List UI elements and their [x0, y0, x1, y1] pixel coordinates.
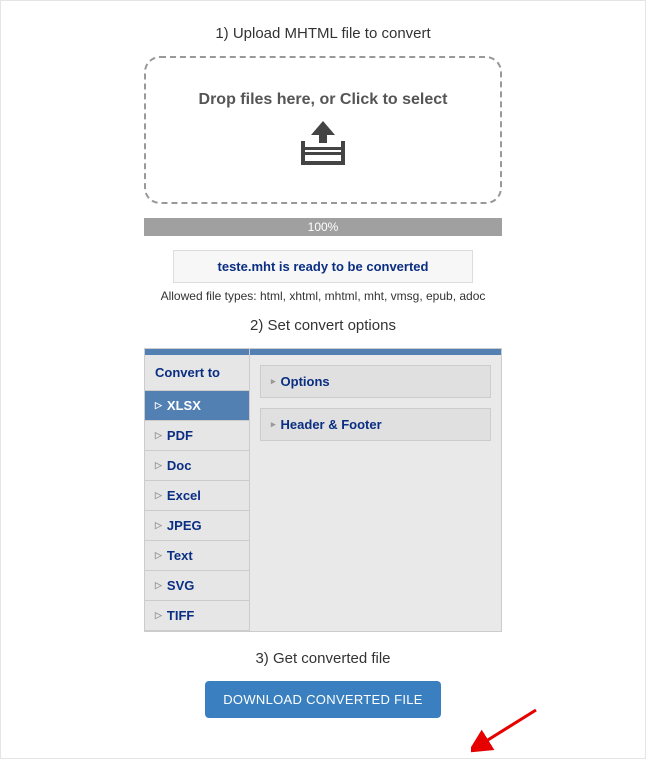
sidebar-item-label: Excel	[167, 488, 201, 503]
step2-heading: 2) Set convert options	[21, 317, 625, 334]
upload-icon	[295, 121, 351, 170]
sidebar-item-label: PDF	[167, 428, 193, 443]
step3-heading: 3) Get converted file	[21, 650, 625, 667]
sidebar-item-text[interactable]: ▷ Text	[145, 541, 249, 571]
triangle-icon: ▸	[271, 419, 276, 430]
triangle-icon: ▷	[155, 430, 162, 441]
accordion-options[interactable]: ▸ Options	[260, 365, 491, 398]
triangle-icon: ▷	[155, 490, 162, 501]
sidebar-item-doc[interactable]: ▷ Doc	[145, 451, 249, 481]
sidebar-item-label: JPEG	[167, 518, 202, 533]
triangle-icon: ▷	[155, 460, 162, 471]
sidebar-item-label: XLSX	[167, 398, 201, 413]
sidebar-item-pdf[interactable]: ▷ PDF	[145, 421, 249, 451]
triangle-icon: ▸	[271, 376, 276, 387]
sidebar-item-jpeg[interactable]: ▷ JPEG	[145, 511, 249, 541]
accordion-label: Options	[281, 374, 330, 389]
allowed-types-text: Allowed file types: html, xhtml, mhtml, …	[21, 289, 625, 303]
sidebar-item-svg[interactable]: ▷ SVG	[145, 571, 249, 601]
sidebar-item-label: Text	[167, 548, 193, 563]
sidebar-item-label: Doc	[167, 458, 192, 473]
accordion-header-footer[interactable]: ▸ Header & Footer	[260, 408, 491, 441]
step1-heading: 1) Upload MHTML file to convert	[21, 25, 625, 42]
sidebar-item-xlsx[interactable]: ▷ XLSX	[145, 391, 249, 421]
right-pane-header-bar	[250, 349, 501, 355]
triangle-icon: ▷	[155, 580, 162, 591]
triangle-icon: ▷	[155, 400, 162, 411]
options-right-pane: ▸ Options ▸ Header & Footer	[250, 349, 501, 631]
progress-bar-container: 100%	[144, 218, 502, 236]
sidebar-item-label: SVG	[167, 578, 194, 593]
arrow-annotation	[471, 705, 541, 755]
file-ready-message: teste.mht is ready to be converted	[173, 250, 473, 283]
sidebar-item-excel[interactable]: ▷ Excel	[145, 481, 249, 511]
sidebar-title: Convert to	[145, 355, 249, 391]
dropzone-text: Drop files here, or Click to select	[199, 91, 448, 109]
file-dropzone[interactable]: Drop files here, or Click to select	[144, 56, 502, 204]
options-panel: Convert to ▷ XLSX ▷ PDF ▷ Doc ▷ Excel ▷ JPEG ▷ Text…	[144, 348, 502, 632]
triangle-icon: ▷	[155, 610, 162, 621]
triangle-icon: ▷	[155, 520, 162, 531]
progress-bar: 100%	[144, 218, 502, 236]
format-sidebar: Convert to ▷ XLSX ▷ PDF ▷ Doc ▷ Excel ▷ JPEG ▷ Text…	[145, 349, 250, 631]
triangle-icon: ▷	[155, 550, 162, 561]
sidebar-item-tiff[interactable]: ▷ TIFF	[145, 601, 249, 631]
sidebar-item-label: TIFF	[167, 608, 194, 623]
accordion-label: Header & Footer	[281, 417, 382, 432]
download-converted-button[interactable]: DOWNLOAD CONVERTED FILE	[205, 681, 441, 718]
